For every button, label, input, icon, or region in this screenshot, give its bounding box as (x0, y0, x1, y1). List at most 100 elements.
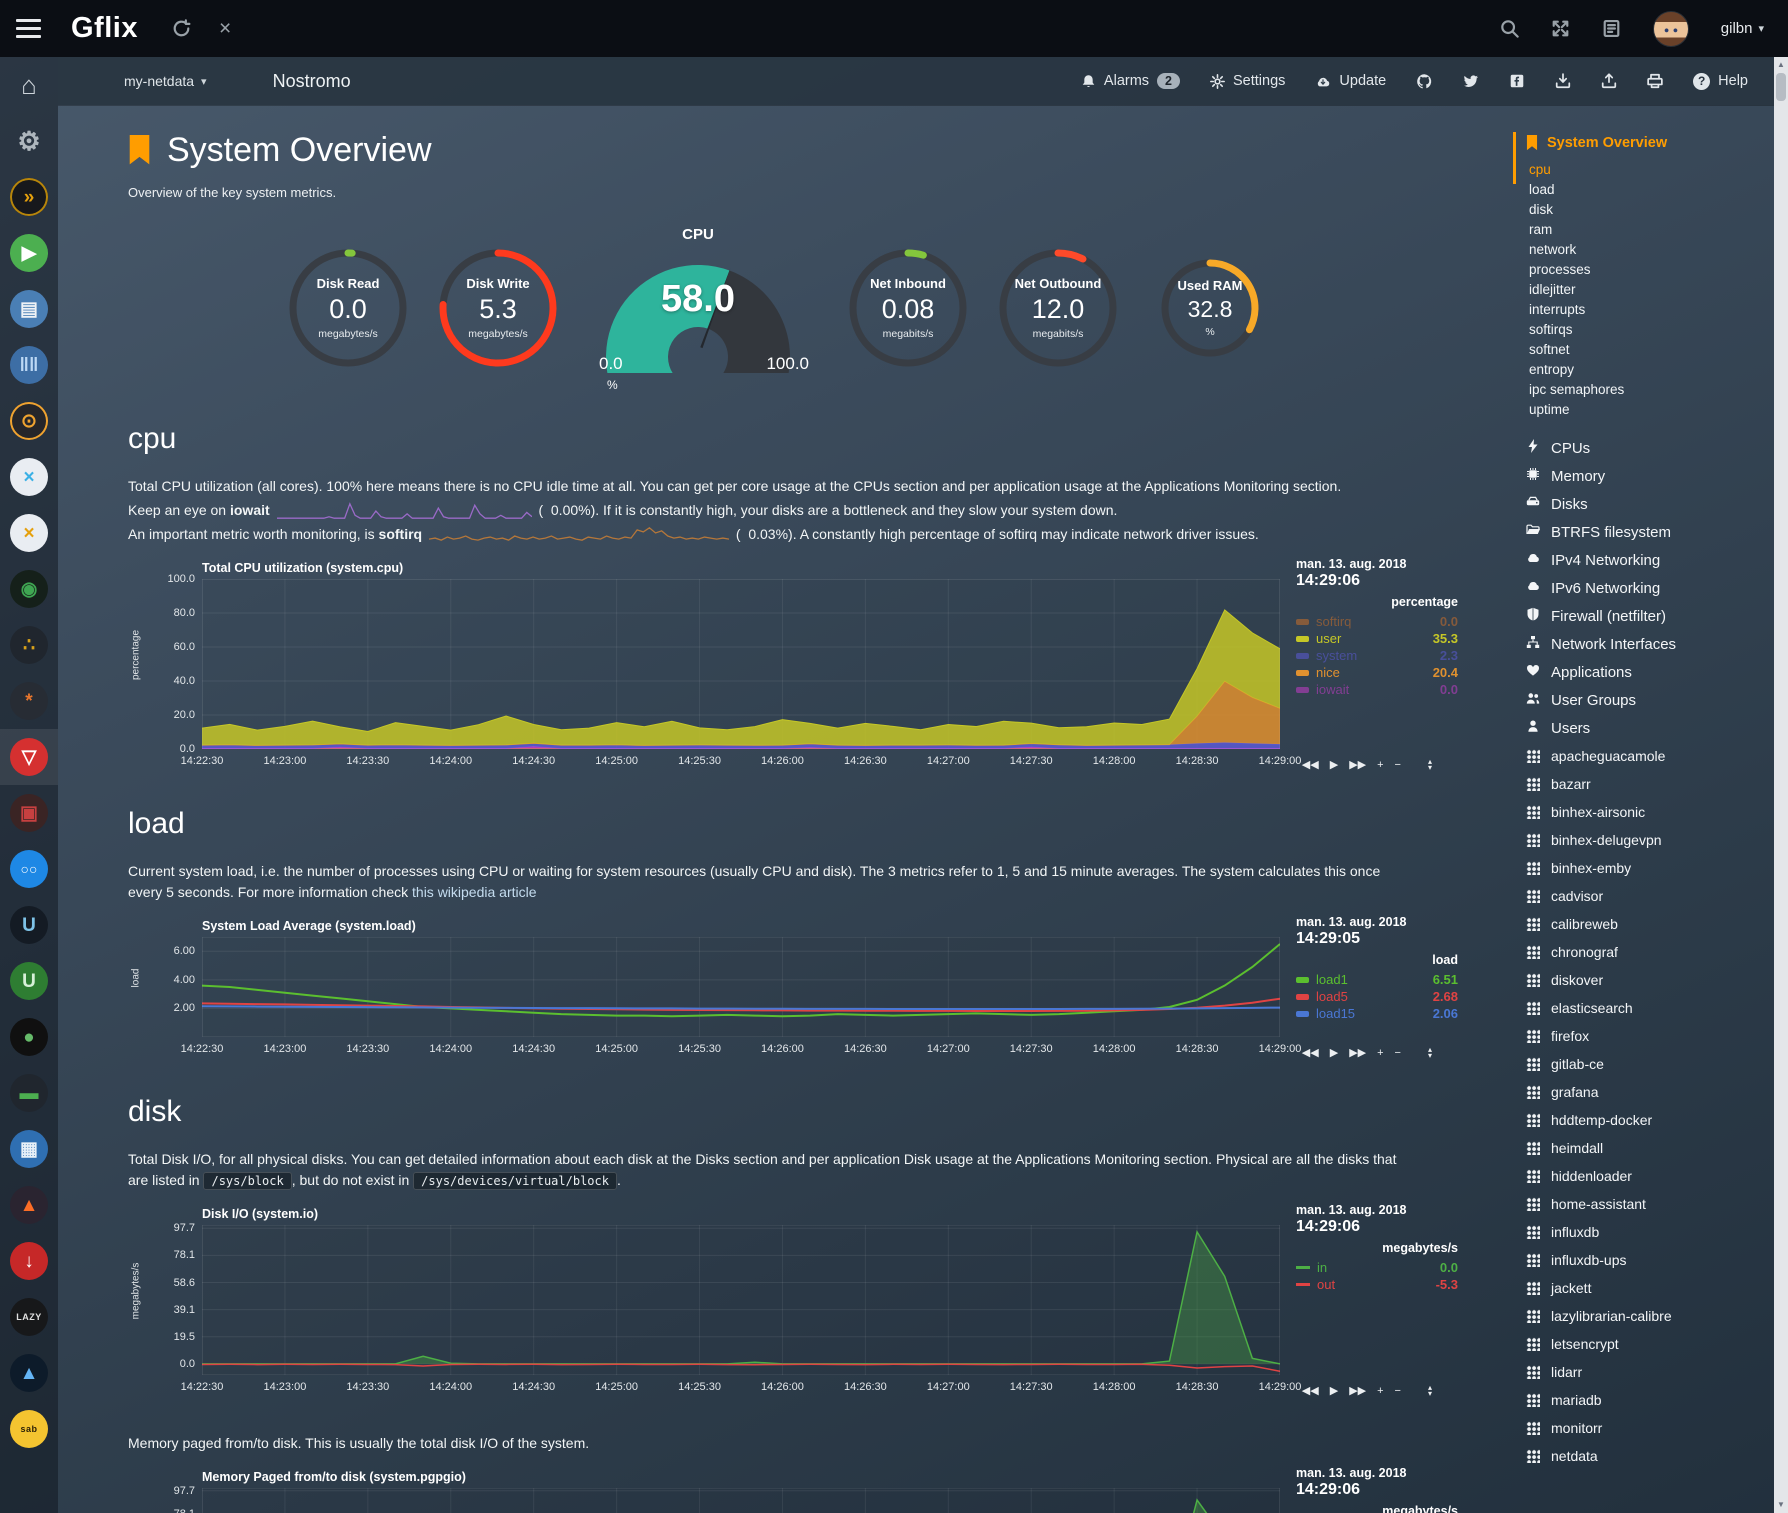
menu-item-entropy[interactable]: entropy (1529, 360, 1772, 380)
facebook-button[interactable] (1509, 73, 1525, 89)
app-tab-building[interactable]: ▦ (0, 1121, 58, 1177)
menu-system-overview[interactable]: System Overview (1526, 135, 1772, 151)
chart-plot-area[interactable]: 0.019.539.158.678.197.714:22:3014:23:001… (202, 1225, 1280, 1375)
menu-app-hiddenloader[interactable]: hiddenloader (1526, 1162, 1772, 1190)
app-tab-green-ring[interactable]: ◉ (0, 561, 58, 617)
help-button[interactable]: ? Help (1693, 73, 1748, 90)
menu-item-disk[interactable]: disk (1529, 200, 1772, 220)
scrollbar-down-arrow[interactable]: ▼ (1774, 1498, 1788, 1512)
menu-section-btrfs-filesystem[interactable]: BTRFS filesystem (1526, 518, 1772, 546)
app-tab-cubes[interactable]: ▣ (0, 785, 58, 841)
menu-app-gitlab-ce[interactable]: gitlab-ce (1526, 1050, 1772, 1078)
chart-pan-forward-button[interactable]: ▶▶ (1349, 1384, 1366, 1397)
legend-series-nice[interactable]: nice20.4 (1296, 664, 1458, 681)
twitter-button[interactable] (1463, 73, 1479, 89)
chart-play-button[interactable]: ▶ (1330, 1046, 1338, 1059)
chart-zoom-out-button[interactable]: − (1395, 1047, 1401, 1059)
chart-pan-forward-button[interactable]: ▶▶ (1349, 758, 1366, 771)
legend-series-system[interactable]: system2.3 (1296, 647, 1458, 664)
menu-app-diskover[interactable]: diskover (1526, 966, 1772, 994)
menu-app-mariadb[interactable]: mariadb (1526, 1386, 1772, 1414)
settings-button[interactable]: Settings (1210, 73, 1285, 89)
chart-play-button[interactable]: ▶ (1330, 1384, 1338, 1397)
legend-series-softirq[interactable]: softirq0.0 (1296, 613, 1458, 630)
chart-zoom-out-button[interactable]: − (1395, 1385, 1401, 1397)
app-tab-x-blue[interactable]: × (0, 449, 58, 505)
legend-series-load5[interactable]: load52.68 (1296, 988, 1458, 1005)
app-tab-sabnzbd[interactable]: sab (0, 1401, 58, 1457)
chart-zoom-in-button[interactable]: + (1377, 1047, 1383, 1059)
chart-zoom-out-button[interactable]: − (1395, 759, 1401, 771)
menu-app-lidarr[interactable]: lidarr (1526, 1358, 1772, 1386)
menu-app-chronograf[interactable]: chronograf (1526, 938, 1772, 966)
menu-app-firefox[interactable]: firefox (1526, 1022, 1772, 1050)
menu-app-grafana[interactable]: grafana (1526, 1078, 1772, 1106)
menu-app-apacheguacamole[interactable]: apacheguacamole (1526, 742, 1772, 770)
legend-series-load1[interactable]: load16.51 (1296, 971, 1458, 988)
chart-pan-forward-button[interactable]: ▶▶ (1349, 1046, 1366, 1059)
chart-pan-backward-button[interactable]: ◀◀ (1302, 1384, 1319, 1397)
chart-pan-backward-button[interactable]: ◀◀ (1302, 1046, 1319, 1059)
menu-app-binhex-delugevpn[interactable]: binhex-delugevpn (1526, 826, 1772, 854)
chart-plot-area[interactable]: 2.004.006.0014:22:3014:23:0014:23:3014:2… (202, 937, 1280, 1037)
hamburger-menu-icon[interactable] (16, 19, 41, 38)
server-dropdown[interactable]: my-netdata ▾ (124, 73, 207, 89)
menu-item-softnet[interactable]: softnet (1529, 340, 1772, 360)
chart-system-load[interactable]: System Load Average (system.load)load2.0… (128, 919, 1458, 1037)
menu-app-influxdb[interactable]: influxdb (1526, 1218, 1772, 1246)
menu-app-hddtemp-docker[interactable]: hddtemp-docker (1526, 1106, 1772, 1134)
chart-system-pgpgio[interactable]: Memory Paged from/to disk (system.pgpgio… (128, 1470, 1458, 1513)
alarms-button[interactable]: Alarms 2 (1081, 73, 1180, 89)
chart-resize-handle[interactable]: ▴▾ (1428, 759, 1432, 771)
reader-icon[interactable] (1602, 19, 1621, 38)
app-tab-green-u[interactable]: U (0, 953, 58, 1009)
app-tab-emby[interactable]: ▶ (0, 225, 58, 281)
app-tab-download[interactable]: ↓ (0, 1233, 58, 1289)
menu-app-jackett[interactable]: jackett (1526, 1274, 1772, 1302)
menu-item-processes[interactable]: processes (1529, 260, 1772, 280)
disk-read-gauge[interactable]: Disk Read0.0megabytes/s (273, 246, 423, 370)
menu-app-monitorr[interactable]: monitorr (1526, 1414, 1772, 1442)
menu-app-binhex-emby[interactable]: binhex-emby (1526, 854, 1772, 882)
chart-zoom-in-button[interactable]: + (1377, 759, 1383, 771)
scrollbar-up-arrow[interactable]: ▲ (1774, 58, 1788, 72)
github-button[interactable] (1416, 73, 1433, 90)
menu-app-bazarr[interactable]: bazarr (1526, 770, 1772, 798)
menu-section-ipv4-networking[interactable]: IPv4 Networking (1526, 546, 1772, 574)
menu-section-firewall-netfilter-[interactable]: Firewall (netfilter) (1526, 602, 1772, 630)
chart-resize-handle[interactable]: ▴▾ (1428, 1047, 1432, 1059)
home-tab[interactable]: ⌂ (0, 57, 58, 113)
scrollbar-thumb[interactable] (1776, 73, 1786, 101)
update-button[interactable]: Update (1315, 73, 1386, 89)
menu-section-ipv6-networking[interactable]: IPv6 Networking (1526, 574, 1772, 602)
refresh-icon[interactable] (172, 19, 191, 38)
menu-app-lazylibrarian-calibre[interactable]: lazylibrarian-calibre (1526, 1302, 1772, 1330)
app-tab-nextcloud[interactable]: ○○ (0, 841, 58, 897)
menu-item-idlejitter[interactable]: idlejitter (1529, 280, 1772, 300)
app-tab-jackett[interactable]: ⊙ (0, 393, 58, 449)
menu-section-disks[interactable]: Disks (1526, 490, 1772, 518)
app-tab-unraid[interactable]: U (0, 897, 58, 953)
cpu-gauge[interactable]: CPU58.00.0100.0% (573, 226, 823, 378)
chart-system-io[interactable]: Disk I/O (system.io)megabytes/s0.019.539… (128, 1207, 1458, 1375)
menu-section-memory[interactable]: Memory (1526, 462, 1772, 490)
net-inbound-gauge[interactable]: Net Inbound0.08megabits/s (833, 246, 983, 370)
app-tab-gitlab[interactable]: ▲ (0, 1177, 58, 1233)
chart-plot-area[interactable]: 0.020.040.060.080.0100.014:22:3014:23:00… (202, 579, 1280, 749)
upload-snapshot-button[interactable] (1601, 73, 1617, 89)
search-icon[interactable] (1500, 19, 1519, 38)
menu-app-home-assistant[interactable]: home-assistant (1526, 1190, 1772, 1218)
chart-plot-area[interactable]: 0.019.539.158.678.197.714:22:3014:23:001… (202, 1488, 1280, 1513)
app-tab-lazylibrarian[interactable]: LAZY (0, 1289, 58, 1345)
app-tab-plex[interactable]: » (0, 169, 58, 225)
legend-series-out[interactable]: out-5.3 (1296, 1276, 1458, 1293)
app-tab-netdata[interactable]: ▽ (0, 729, 58, 785)
menu-section-applications[interactable]: Applications (1526, 658, 1772, 686)
user-avatar[interactable] (1653, 11, 1689, 47)
app-tab-library[interactable]: ▤ (0, 281, 58, 337)
legend-series-iowait[interactable]: iowait0.0 (1296, 681, 1458, 698)
print-button[interactable] (1647, 73, 1663, 89)
legend-series-user[interactable]: user35.3 (1296, 630, 1458, 647)
menu-section-network-interfaces[interactable]: Network Interfaces (1526, 630, 1772, 658)
menu-item-uptime[interactable]: uptime (1529, 400, 1772, 420)
